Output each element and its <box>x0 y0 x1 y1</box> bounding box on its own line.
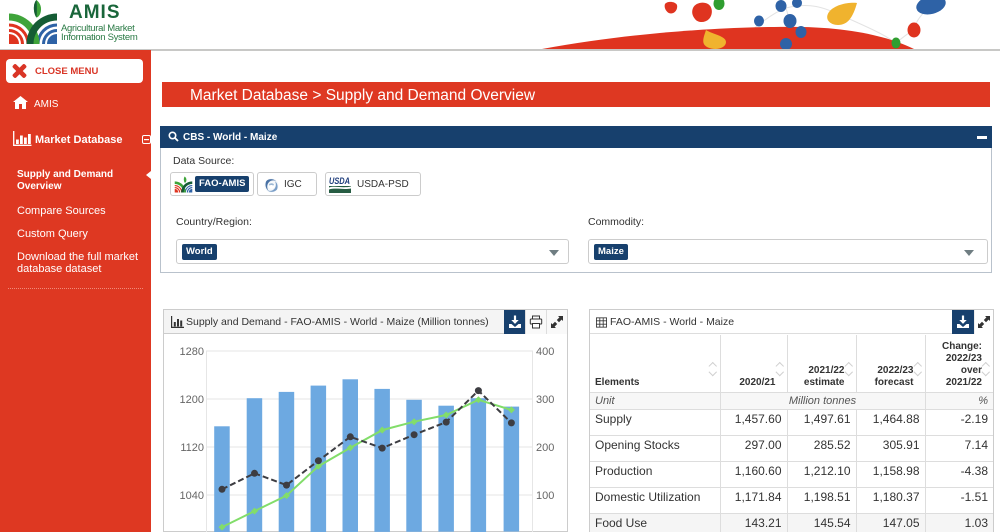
svg-text:200: 200 <box>536 442 554 454</box>
svg-text:1280: 1280 <box>180 346 204 358</box>
svg-text:300: 300 <box>536 394 554 406</box>
svg-text:USDA: USDA <box>329 176 350 186</box>
svg-text:1040: 1040 <box>180 490 204 502</box>
svg-text:400: 400 <box>536 346 554 358</box>
svg-text:1120: 1120 <box>180 442 204 454</box>
svg-text:100: 100 <box>536 490 554 502</box>
svg-text:1200: 1200 <box>180 394 204 406</box>
